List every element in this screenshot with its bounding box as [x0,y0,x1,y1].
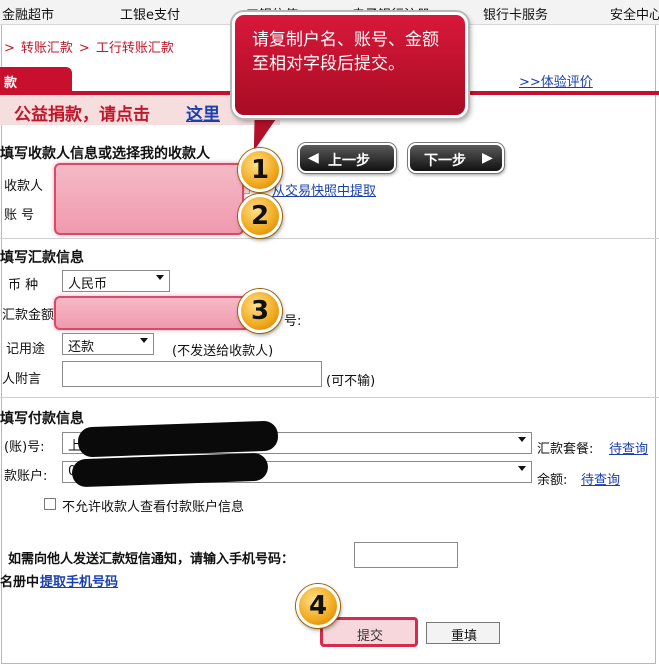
triangle-right-icon: ▶ [482,150,493,166]
memo-label: 人附言 [2,372,42,387]
triangle-left-icon: ◀ [308,150,319,166]
purpose-select[interactable]: 还款 [62,333,154,355]
step-badge-4: 4 [296,584,340,628]
divider [0,397,659,398]
memo-note: (可不输) [326,374,376,389]
balance-label: 余额: [537,473,568,488]
purpose-label: 记用途 [6,342,46,357]
instruction-callout-text: 请复制户名、账号、金额至相对字段后提交。 [252,30,439,74]
nav-item-security-center[interactable]: 安全中心 [610,4,659,23]
prev-step-label: 上一步 [328,153,370,169]
currency-select[interactable]: 人民币 [62,270,170,292]
step-badge-2: 2 [238,194,282,238]
reset-button[interactable]: 重填 [426,622,500,644]
next-step-label: 下一步 [424,153,466,169]
nav-item-epay[interactable]: 工银e支付 [120,4,180,23]
breadcrumb: > 转账汇款 > 工行转账汇款 [4,37,174,56]
extract-phone-link[interactable]: 提取手机号码 [40,571,118,590]
remit-section-title: 填写汇款信息 [0,250,84,266]
nav-item-finance-market[interactable]: 金融超市 [2,4,54,23]
tab-label: 款 [4,76,18,91]
amount-input[interactable] [54,296,250,330]
amount-suffix: 号: [284,314,302,329]
breadcrumb-icbc-transfer[interactable]: 工行转账汇款 [96,41,174,56]
package-query-link[interactable]: 待查询 [609,438,648,457]
chevron-down-icon [518,466,526,471]
currency-label: 币 种 [8,278,39,293]
step-badge-3: 3 [238,289,282,333]
chevron-right-icon: > [78,41,90,56]
package-label: 汇款套餐: [537,442,594,457]
charity-banner-link[interactable]: 这里 [186,100,220,125]
reset-label: 重填 [451,629,478,644]
next-step-button[interactable]: 下一步 ▶ [408,143,504,173]
memo-input[interactable] [62,361,322,387]
chevron-down-icon [156,275,164,280]
chevron-right-icon: > [4,41,15,56]
balance-query-link[interactable]: 待查询 [581,469,620,488]
chevron-down-icon [140,338,148,343]
hide-payer-info-checkbox[interactable] [44,498,56,510]
experience-review-link[interactable]: >>体验评价 [519,71,593,90]
submit-label: 提交 [357,629,384,644]
step-badge-1: 1 [238,148,282,192]
payer-section-title: 填写付款信息 [0,411,84,427]
payee-name-label: 收款人 [4,179,44,194]
payee-account-label: 账 号 [4,208,35,223]
payee-section-title: 填写收款人信息或选择我的收款人 [0,146,210,162]
divider [0,238,659,239]
history-extract-link[interactable]: 从交易快照中提取 [272,180,376,199]
addressbook-prefix: 名册中 [0,575,40,590]
purpose-value: 还款 [68,340,95,355]
chevron-down-icon [518,437,526,442]
payer-account-label: 款账户: [4,469,48,484]
tab-transfer[interactable]: 款 [0,67,72,93]
hide-payer-info-label: 不允许收款人查看付款账户信息 [62,500,245,515]
submit-button[interactable]: 提交 [320,617,418,647]
currency-value: 人民币 [68,277,108,292]
phone-input[interactable] [354,542,458,568]
purpose-note: (不发送给收款人) [172,344,274,359]
payee-highlight [54,163,244,235]
prev-step-button[interactable]: ◀ 上一步 [298,143,396,173]
charity-banner-text: 公益捐款，请点击 [14,105,150,125]
breadcrumb-transfer[interactable]: 转账汇款 [21,41,73,56]
card-number-label: (账)号: [4,440,45,455]
amount-label: 汇款金额 [2,308,55,323]
sms-prompt: 如需向他人发送汇款短信通知，请输入手机号码： [8,552,295,567]
nav-item-card-service[interactable]: 银行卡服务 [483,4,548,23]
